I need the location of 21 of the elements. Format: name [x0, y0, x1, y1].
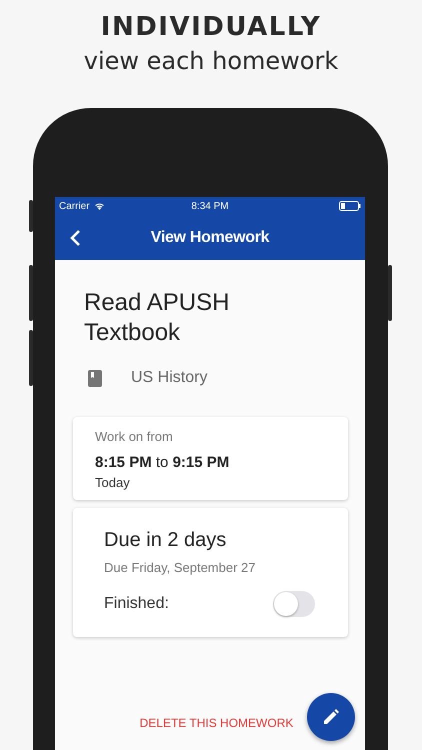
due-date: Due Friday, September 27 [104, 560, 256, 575]
battery-icon [339, 201, 361, 211]
subject-label: US History [131, 369, 208, 387]
subheadline: view each homework [84, 46, 338, 77]
status-time: 8:34 PM [191, 200, 229, 212]
wifi-icon [94, 202, 105, 210]
headline: INDIVIDUALLY [100, 11, 322, 44]
book-icon [88, 370, 102, 386]
carrier-label: Carrier [59, 200, 90, 212]
edit-button[interactable] [307, 693, 355, 741]
pencil-icon [323, 709, 339, 725]
due-title: Due in 2 days [104, 529, 228, 552]
delete-button[interactable]: DELETE THIS HOMEWORK [136, 712, 298, 734]
finished-toggle[interactable] [273, 591, 315, 617]
homework-title: Read APUSH Textbook [83, 288, 230, 348]
work-day: Today [95, 475, 326, 490]
back-chevron-icon [69, 229, 81, 247]
work-time-range: 8:15 PM to 9:15 PM [95, 454, 230, 471]
finished-label: Finished: [104, 595, 169, 613]
work-label: Work on from [95, 429, 174, 444]
nav-title: View Homework [150, 228, 270, 246]
